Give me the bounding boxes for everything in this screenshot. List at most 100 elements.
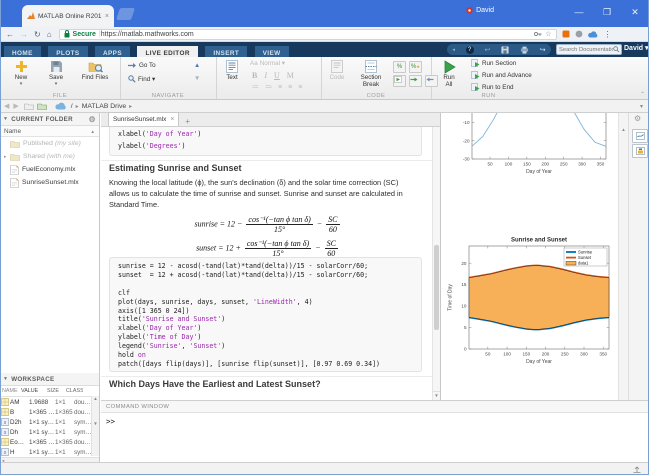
open-figure-button[interactable] xyxy=(632,129,648,143)
file-item-fueleconomy[interactable]: FuelEconomy.mlx xyxy=(0,163,99,176)
folder-up-icon[interactable] xyxy=(24,102,34,110)
down-arrow-button[interactable]: ▼ xyxy=(194,75,200,82)
find-files-button[interactable]: Find Files xyxy=(74,59,116,81)
bullet-list-icon[interactable]: ≔ xyxy=(252,83,259,91)
file-item-sunrisesunset[interactable]: SunriseSunset.mlx xyxy=(0,176,99,189)
figure-gear-icon[interactable]: ⚙ xyxy=(634,114,641,123)
text-style-dropdown[interactable]: AaNormal ▾ xyxy=(250,60,285,67)
indent-right-icon[interactable] xyxy=(409,75,422,87)
document-area[interactable]: xlabel('Day of Year')ylabel('Degrees') E… xyxy=(101,127,432,400)
share-icon[interactable]: ↪ xyxy=(540,46,546,54)
collapse-triangle-icon[interactable]: ▼ xyxy=(3,376,8,382)
scroll-up-icon[interactable]: ▲ xyxy=(619,127,628,132)
scroll-down-icon[interactable]: ▼ xyxy=(433,391,440,400)
minimize-button[interactable]: — xyxy=(565,0,593,27)
user-menu[interactable]: David ▾ xyxy=(624,44,649,52)
browser-tab[interactable]: MATLAB Online R2017b × xyxy=(22,5,114,27)
editor-new-tab-icon[interactable]: + xyxy=(185,117,190,126)
numbered-list-icon[interactable]: ≕ xyxy=(265,83,272,91)
align-right-icon[interactable]: ≡ xyxy=(298,84,302,91)
workspace-vscrollbar[interactable]: ▲▼ xyxy=(91,396,99,456)
figure-sunrise-sunset[interactable]: 5010015020025030035005101520Sunrise and … xyxy=(445,233,617,373)
close-button[interactable]: ✕ xyxy=(621,0,649,27)
figure-panel-scrollbar[interactable]: ▲ xyxy=(618,113,628,400)
comment-icon[interactable]: % xyxy=(393,61,406,73)
bookmark-star-icon[interactable]: ☆ xyxy=(545,30,551,38)
code-block-main[interactable]: sunrise = 12 - acosd(-tand(lat)*tand(del… xyxy=(109,257,422,372)
doc-search-input[interactable] xyxy=(557,47,613,53)
code-button[interactable]: Code xyxy=(324,59,350,81)
bold-button[interactable]: B xyxy=(252,71,257,80)
underline-button[interactable]: U xyxy=(274,71,280,80)
new-button[interactable]: New▾ xyxy=(5,59,37,87)
find-button[interactable]: Find ▾ xyxy=(128,75,155,83)
qat-save-icon[interactable] xyxy=(501,46,509,54)
back-icon[interactable]: ← xyxy=(6,30,14,39)
gear-icon[interactable]: ⚙ xyxy=(89,115,96,124)
forward-icon[interactable]: → xyxy=(20,30,28,39)
browser-profile[interactable]: David xyxy=(466,7,494,14)
tab-close-icon[interactable]: × xyxy=(105,13,109,20)
workspace-row[interactable]: Eo…1×365 …1×365dou… xyxy=(0,437,92,447)
maximize-button[interactable]: ❐ xyxy=(593,0,621,27)
browser-menu-icon[interactable]: ⋮ xyxy=(604,30,612,39)
workspace-row[interactable]: B1×365 …1×365dou… xyxy=(0,407,92,417)
help-icon[interactable]: ? xyxy=(466,46,474,54)
comment-star-icon[interactable]: %★ xyxy=(409,61,422,73)
address-bar[interactable]: Secure | https://matlab.mathworks.com ☆ xyxy=(59,29,557,40)
collapse-triangle-icon[interactable]: ▼ xyxy=(3,116,8,122)
workspace-columns[interactable]: NAME VALUE SIZE CLASS xyxy=(0,386,99,397)
workspace-row[interactable]: sH1×1 sy…1×1sym… xyxy=(0,447,92,457)
breadcrumb-matlab-drive[interactable]: MATLAB Drive xyxy=(82,103,126,110)
print-icon[interactable] xyxy=(520,46,529,54)
run-advance-button[interactable]: Run and Advance xyxy=(471,71,532,79)
section-break-button[interactable]: Section Break xyxy=(353,59,389,88)
breadcrumb-back-icon[interactable]: ◀ xyxy=(4,102,9,110)
dock-panel-icon[interactable] xyxy=(633,466,641,473)
extension-cloud-icon[interactable] xyxy=(588,31,598,38)
code-block-partial[interactable]: xlabel('Day of Year')ylabel('Degrees') xyxy=(109,127,422,156)
editor-scrollbar[interactable]: ▼ xyxy=(432,127,440,400)
search-icon[interactable] xyxy=(613,46,620,53)
align-center-icon[interactable]: ≡ xyxy=(288,84,292,91)
new-tab-button[interactable] xyxy=(116,8,135,20)
workspace-row[interactable]: AM1.96881×1dou… xyxy=(0,397,92,407)
browse-folder-icon[interactable] xyxy=(37,102,47,110)
doc-search-box[interactable] xyxy=(556,44,622,55)
extension-icon-2[interactable] xyxy=(575,30,583,38)
sort-asc-icon[interactable]: ▲ xyxy=(91,129,95,134)
figure-declination[interactable]: 50100150200250300350-30-20-100102030Day … xyxy=(446,113,614,193)
toolstrip-collapse-icon[interactable]: ⌃ xyxy=(640,91,645,98)
run-to-end-button[interactable]: Run to End xyxy=(471,83,514,91)
workspace-row[interactable]: sD2h1×1 sy…1×1sym… xyxy=(0,417,92,427)
editor-tab-sunrisesunset[interactable]: SunriseSunset.mlx × xyxy=(108,112,179,126)
run-section-mini-icon[interactable] xyxy=(393,75,406,87)
reload-icon[interactable]: ↻ xyxy=(34,30,41,39)
italic-button[interactable]: I xyxy=(264,71,267,80)
qat-collapse-icon[interactable]: ◂ xyxy=(452,47,455,53)
monospace-button[interactable]: M xyxy=(287,71,294,80)
run-section-button[interactable]: Run Section xyxy=(471,59,516,67)
command-window-header[interactable]: COMMAND WINDOW xyxy=(101,401,649,413)
current-folder-header[interactable]: ▼ CURRENT FOLDER ⚙ xyxy=(0,113,99,126)
workspace-row[interactable]: sDh1×1 sy…1×1sym… xyxy=(0,427,92,437)
breadcrumb-root[interactable]: / xyxy=(71,103,73,110)
align-left-icon[interactable]: ≡ xyxy=(278,84,282,91)
name-column-header[interactable]: Name ▲ xyxy=(0,126,99,137)
save-figure-button[interactable] xyxy=(632,144,648,158)
editor-scrollbar-thumb[interactable] xyxy=(434,245,439,330)
up-arrow-button[interactable]: ▲ xyxy=(194,62,200,69)
text-button[interactable]: Text xyxy=(219,59,245,81)
save-button[interactable]: Save▾ xyxy=(40,59,72,87)
run-all-button[interactable]: Run All xyxy=(434,59,464,88)
folder-item-published[interactable]: Published (my site) xyxy=(0,137,99,150)
key-icon[interactable] xyxy=(534,31,542,37)
command-prompt[interactable]: >> xyxy=(101,413,649,426)
home-icon[interactable]: ⌂ xyxy=(47,30,52,39)
folder-item-shared[interactable]: ▸ Shared (with me) xyxy=(0,150,99,163)
breadcrumb-overflow-icon[interactable]: ▾ xyxy=(640,103,643,110)
goto-button[interactable]: Go To xyxy=(128,62,156,69)
editor-tab-close-icon[interactable]: × xyxy=(170,116,174,123)
workspace-header[interactable]: ▼ WORKSPACE xyxy=(0,373,99,386)
undo-icon[interactable]: ↩ xyxy=(484,46,490,54)
